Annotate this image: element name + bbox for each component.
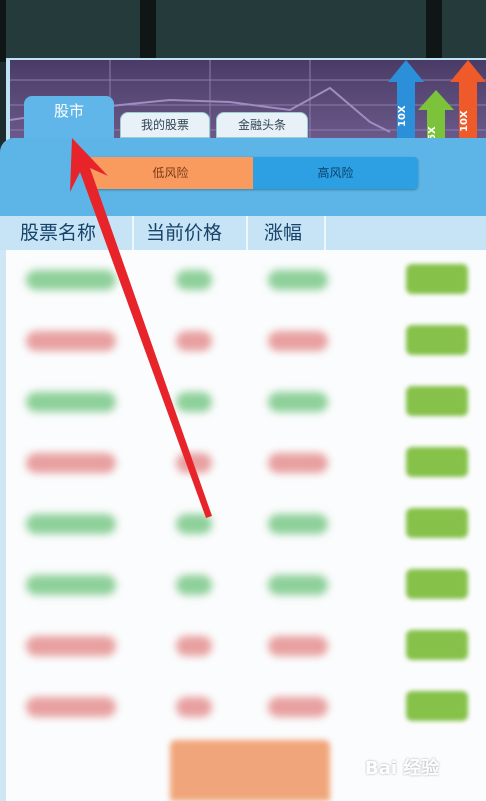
trade-button[interactable] [406, 264, 468, 294]
background-top [0, 0, 486, 62]
tab-finance-news[interactable]: 金融头条 [216, 112, 308, 138]
price-cell [176, 636, 212, 656]
trade-button[interactable] [406, 691, 468, 721]
table-row[interactable] [6, 506, 486, 540]
stock-name-cell [26, 514, 116, 534]
stock-name-cell [26, 270, 116, 290]
stock-name-cell [26, 453, 116, 473]
change-cell [268, 453, 328, 473]
stock-name-cell [26, 331, 116, 351]
bottom-action-button[interactable] [170, 740, 330, 801]
price-cell [176, 331, 212, 351]
change-cell [268, 270, 328, 290]
tab-bar: 股市 我的股票 金融头条 [0, 96, 486, 142]
stock-name-cell [26, 392, 116, 412]
watermark: Bai 经验 [365, 758, 440, 779]
stock-name-cell [26, 636, 116, 656]
table-header: 股票名称 当前价格 涨幅 [0, 216, 486, 250]
table-row[interactable] [6, 567, 486, 601]
trade-button[interactable] [406, 569, 468, 599]
high-risk-button[interactable]: 高风险 [253, 157, 418, 189]
stock-list [0, 250, 486, 801]
change-cell [268, 514, 328, 534]
header-change[interactable]: 涨幅 [248, 216, 326, 250]
table-row[interactable] [6, 384, 486, 418]
table-row[interactable] [6, 628, 486, 662]
low-risk-button[interactable]: 低风险 [88, 157, 253, 189]
header-stock-name[interactable]: 股票名称 [0, 216, 134, 250]
price-cell [176, 575, 212, 595]
change-cell [268, 697, 328, 717]
tab-stock-market[interactable]: 股市 [24, 96, 114, 142]
risk-toggle: 低风险 高风险 [88, 157, 418, 189]
price-cell [176, 514, 212, 534]
price-cell [176, 392, 212, 412]
price-cell [176, 453, 212, 473]
header-current-price[interactable]: 当前价格 [134, 216, 248, 250]
table-row[interactable] [6, 689, 486, 723]
change-cell [268, 636, 328, 656]
table-row[interactable] [6, 445, 486, 479]
tab-my-stocks[interactable]: 我的股票 [120, 112, 210, 138]
trade-button[interactable] [406, 508, 468, 538]
table-row[interactable] [6, 262, 486, 296]
table-row[interactable] [6, 323, 486, 357]
trade-button[interactable] [406, 386, 468, 416]
change-cell [268, 331, 328, 351]
change-cell [268, 392, 328, 412]
trade-button[interactable] [406, 447, 468, 477]
trade-button[interactable] [406, 630, 468, 660]
change-cell [268, 575, 328, 595]
stock-name-cell [26, 697, 116, 717]
stock-name-cell [26, 575, 116, 595]
price-cell [176, 270, 212, 290]
trade-button[interactable] [406, 325, 468, 355]
price-cell [176, 697, 212, 717]
